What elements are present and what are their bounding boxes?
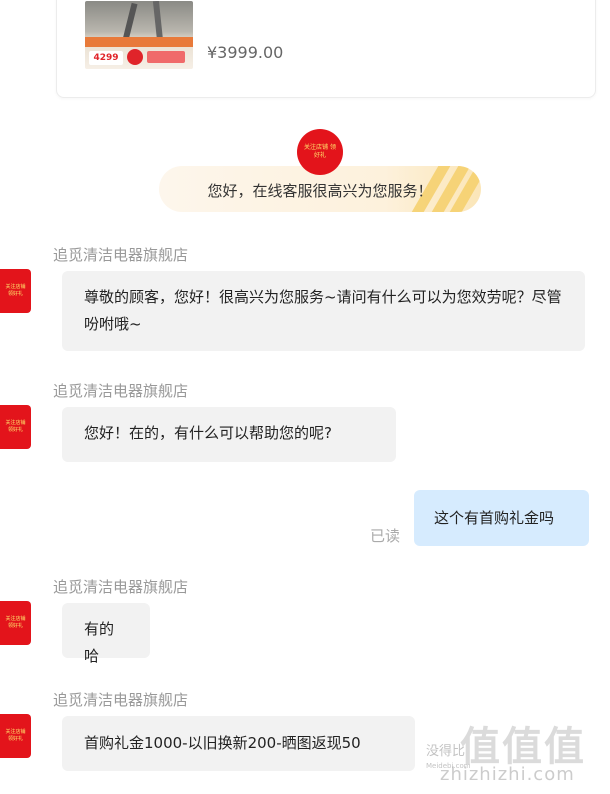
sender-name: 追觅清洁电器旗舰店 xyxy=(53,246,189,264)
shop-avatar[interactable]: 关注店铺 领好礼 xyxy=(0,601,31,645)
shop-avatar[interactable]: 关注店铺 领好礼 xyxy=(0,714,31,758)
message-bubble: 有的哈 xyxy=(62,603,150,665)
message-bubble: 您好！在的，有什么可以帮助您的呢? xyxy=(62,407,396,462)
shop-avatar[interactable]: 关注店铺 领好礼 xyxy=(0,269,31,313)
shop-avatar[interactable]: 关注店铺 领好礼 xyxy=(297,129,343,175)
watermark-brand: 没得比 xyxy=(426,744,466,759)
message-bubble: 首购礼金1000-以旧换新200-晒图返现50 xyxy=(62,716,415,771)
product-thumbnail[interactable]: 4299 xyxy=(85,1,193,69)
brand-logo-icon xyxy=(127,49,143,65)
shop-avatar-label: 关注店铺 领好礼 xyxy=(5,616,26,629)
vacuum-image-part xyxy=(152,1,164,42)
shop-avatar-label: 关注店铺 领好礼 xyxy=(5,420,26,433)
product-card[interactable]: 4299 ¥3999.00 xyxy=(56,0,596,98)
vacuum-image-part xyxy=(122,2,138,42)
read-status: 已读 xyxy=(370,527,401,545)
message-bubble: 尊敬的顾客，您好！很高兴为您服务~请问有什么可以为您效劳呢？尽管吩咐哦~ xyxy=(62,271,585,351)
product-price: ¥3999.00 xyxy=(207,43,284,62)
sender-name: 追觅清洁电器旗舰店 xyxy=(53,578,189,596)
watermark: 值值值 没得比 Meidebi.com zhizhizhi.com xyxy=(426,712,610,794)
shop-avatar[interactable]: 关注店铺 领好礼 xyxy=(0,405,31,449)
welcome-message: 您好，在线客服很高兴为您服务！ xyxy=(207,182,433,200)
promo-tag xyxy=(147,51,185,63)
shop-avatar-label: 关注店铺 领好礼 xyxy=(5,729,26,742)
promo-band xyxy=(85,37,193,47)
watermark-url: zhizhizhi.com xyxy=(440,764,575,785)
thumb-price-tag: 4299 xyxy=(89,51,123,65)
shop-avatar-label: 关注店铺 领好礼 xyxy=(304,144,336,159)
outgoing-message-bubble: 这个有首购礼金吗 xyxy=(414,490,589,546)
shop-avatar-label: 关注店铺 领好礼 xyxy=(5,284,26,297)
sender-name: 追觅清洁电器旗舰店 xyxy=(53,382,189,400)
sender-name: 追觅清洁电器旗舰店 xyxy=(53,691,189,709)
